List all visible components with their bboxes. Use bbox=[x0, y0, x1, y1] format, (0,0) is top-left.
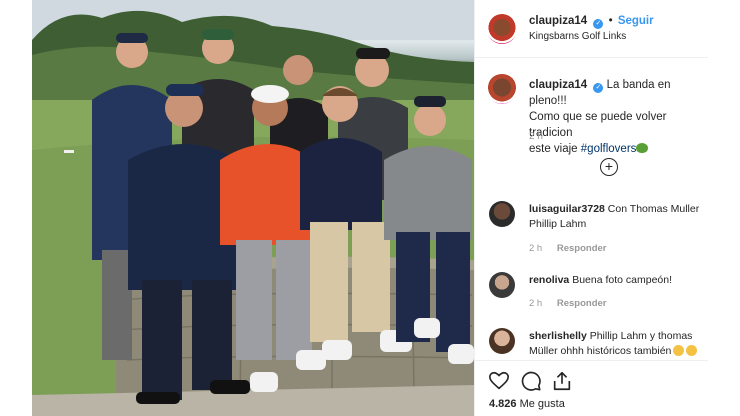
comment-text: luisaguilar3728 Con Thomas Muller Philli… bbox=[529, 202, 707, 232]
comment-meta: 2 h Responder bbox=[529, 243, 606, 254]
follow-button[interactable]: Seguir bbox=[618, 15, 654, 27]
author-avatar[interactable] bbox=[487, 14, 517, 44]
reply-button[interactable]: Responder bbox=[557, 298, 607, 309]
reply-button[interactable]: Responder bbox=[557, 243, 607, 254]
comment-avatar[interactable] bbox=[489, 272, 515, 298]
comment-body: Phillip Lahm y thomas bbox=[589, 330, 693, 342]
caption-line-3: este viaje bbox=[529, 143, 581, 155]
golf-group-photo-illustration bbox=[32, 0, 474, 416]
post-photo[interactable] bbox=[32, 0, 474, 416]
caption-time: 2 h bbox=[529, 131, 543, 142]
author-line: claupiza14 ✓ • Seguir bbox=[529, 15, 654, 29]
caption-verified-badge-icon: ✓ bbox=[593, 83, 604, 93]
emoji-icon bbox=[686, 345, 698, 356]
caption-line-2: Como que se puede volver tradicion bbox=[529, 111, 667, 139]
post-location[interactable]: Kingsbarns Golf Links bbox=[529, 31, 626, 42]
verified-badge-icon: ✓ bbox=[593, 19, 604, 29]
caption-username[interactable]: claupiza14 bbox=[529, 79, 587, 91]
comment-body: Buena foto campeón! bbox=[572, 274, 673, 286]
post-header: claupiza14 ✓ • Seguir Kingsbarns Golf Li… bbox=[475, 0, 708, 58]
comment-bubble-icon[interactable] bbox=[520, 370, 542, 392]
comment-username[interactable]: sherlishelly bbox=[529, 330, 587, 342]
comment-avatar[interactable] bbox=[489, 201, 515, 227]
comment-body-line-2: Phillip Lahm bbox=[529, 218, 587, 230]
like-heart-icon[interactable] bbox=[488, 370, 510, 392]
author-username[interactable]: claupiza14 bbox=[529, 15, 587, 27]
comment-avatar[interactable] bbox=[489, 328, 515, 354]
post-sidebar: claupiza14 ✓ • Seguir Kingsbarns Golf Li… bbox=[474, 0, 708, 416]
separator-dot: • bbox=[608, 15, 613, 27]
likes-number: 4.826 bbox=[489, 398, 517, 410]
comment-time: 2 h bbox=[529, 243, 543, 254]
post-actions-bar: 4.826 Me gusta bbox=[475, 360, 708, 416]
share-icon[interactable] bbox=[551, 370, 573, 392]
heart-eyes-emoji-icon bbox=[673, 345, 685, 356]
money-bag-emoji-icon bbox=[636, 143, 649, 153]
comment-body: Con Thomas Muller bbox=[607, 203, 700, 215]
comment-text: sherlishelly Phillip Lahm y thomas Mülle… bbox=[529, 329, 707, 359]
comment-item: luisaguilar3728 Con Thomas Muller Philli… bbox=[475, 201, 708, 261]
likes-label: Me gusta bbox=[519, 398, 565, 410]
comment-item: sherlishelly Phillip Lahm y thomas Mülle… bbox=[475, 328, 708, 360]
likes-count[interactable]: 4.826 Me gusta bbox=[489, 398, 565, 410]
comment-body-line-2: Müller ohhh históricos también bbox=[529, 345, 672, 357]
comment-item: renoliva Buena foto campeón! 2 h Respond… bbox=[475, 272, 708, 322]
comment-username[interactable]: luisaguilar3728 bbox=[529, 203, 605, 215]
caption-author-avatar[interactable] bbox=[487, 74, 517, 104]
post-caption: claupiza14 ✓ La banda en pleno!!! Como q… bbox=[529, 77, 705, 157]
instagram-post-frame: claupiza14 ✓ • Seguir Kingsbarns Golf Li… bbox=[0, 0, 740, 416]
comment-time: 2 h bbox=[529, 298, 543, 309]
comment-username[interactable]: renoliva bbox=[529, 274, 569, 286]
load-more-comments-plus-icon[interactable]: + bbox=[600, 158, 618, 176]
comment-text: renoliva Buena foto campeón! bbox=[529, 273, 707, 288]
comment-meta: 2 h Responder bbox=[529, 298, 606, 309]
caption-hashtag[interactable]: #golflovers bbox=[581, 143, 637, 155]
